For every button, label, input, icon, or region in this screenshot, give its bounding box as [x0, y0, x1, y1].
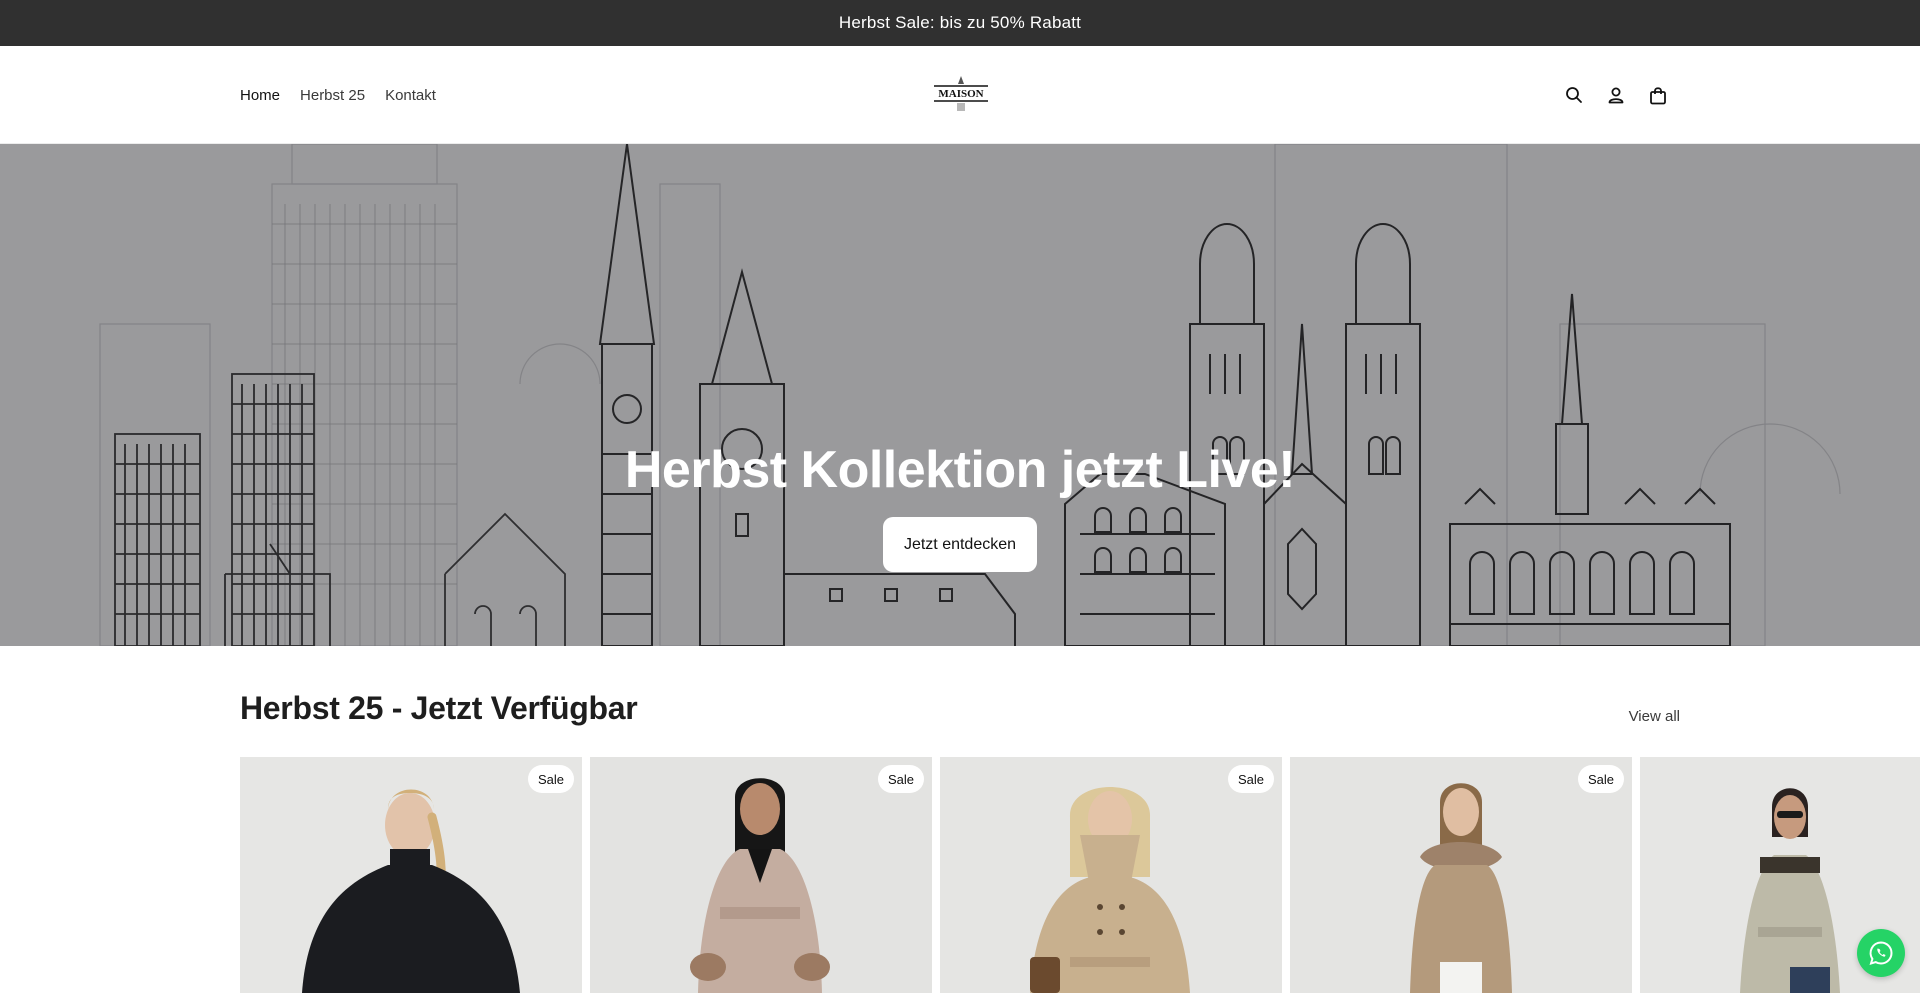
- sale-badge: Sale: [527, 765, 574, 793]
- sale-badge: Sale: [877, 765, 924, 793]
- nav-link-herbst-25[interactable]: Herbst 25: [300, 87, 365, 104]
- nav-link-home[interactable]: Home: [240, 87, 280, 104]
- product-image: [940, 757, 1282, 993]
- collection-title: Herbst 25 - Jetzt Verfügbar: [240, 690, 638, 726]
- product-card[interactable]: Sale: [1290, 757, 1632, 993]
- product-image: [1290, 757, 1632, 993]
- announcement-text: Herbst Sale: bis zu 50% Rabatt: [838, 13, 1082, 32]
- main-nav: Home Herbst 25 Kontakt: [240, 46, 436, 144]
- logo-wordmark: MAISON: [938, 88, 983, 100]
- header-icons: [1564, 46, 1668, 144]
- announcement-bar: Herbst Sale: bis zu 50% Rabatt: [0, 0, 1920, 46]
- maison-logo[interactable]: MAISON: [930, 75, 992, 115]
- view-all-link[interactable]: View all: [1629, 708, 1680, 725]
- search-icon[interactable]: [1564, 85, 1584, 105]
- whatsapp-chat-button[interactable]: [1857, 929, 1905, 977]
- sale-badge: Sale: [1227, 765, 1274, 793]
- hero-banner: Herbst Kollektion jetzt Live! Jetzt entd…: [0, 144, 1920, 646]
- cart-icon[interactable]: [1648, 85, 1668, 105]
- sale-badge: Sale: [1577, 765, 1624, 793]
- discover-button[interactable]: Jetzt entdecken: [883, 517, 1037, 572]
- account-icon[interactable]: [1606, 85, 1626, 105]
- product-grid: Sale Sale Sale Sale: [240, 757, 1920, 993]
- site-header: Home Herbst 25 Kontakt MAISON: [0, 46, 1920, 144]
- product-card[interactable]: Sale: [590, 757, 932, 993]
- nav-link-kontakt[interactable]: Kontakt: [385, 87, 436, 104]
- whatsapp-icon: [1869, 941, 1893, 965]
- product-image: [590, 757, 932, 993]
- hero-title: Herbst Kollektion jetzt Live!: [624, 441, 1296, 499]
- product-image: [240, 757, 582, 993]
- product-card[interactable]: Sale: [940, 757, 1282, 993]
- product-card[interactable]: Sale: [240, 757, 582, 993]
